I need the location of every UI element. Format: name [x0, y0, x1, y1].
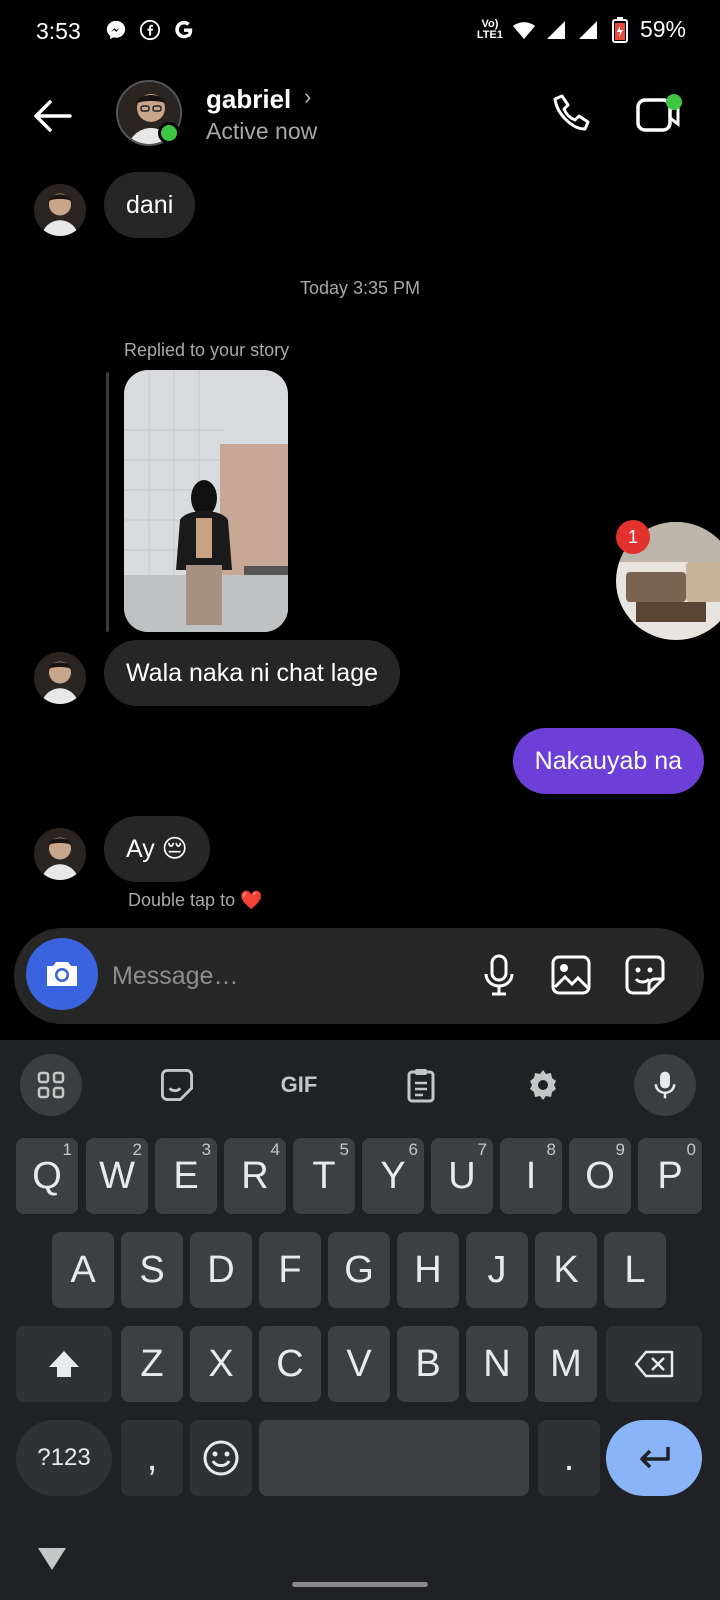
- key-e[interactable]: E3: [155, 1138, 217, 1214]
- key-d[interactable]: D: [190, 1232, 252, 1308]
- back-arrow-icon: [34, 100, 72, 132]
- sticker-button[interactable]: [146, 1054, 208, 1116]
- grid-icon: [37, 1071, 65, 1099]
- key-s[interactable]: S: [121, 1232, 183, 1308]
- shift-arrow-icon: [49, 1351, 79, 1377]
- battery-percent: 59%: [639, 16, 686, 42]
- volte-icon: Vo) LTE1: [476, 17, 503, 41]
- camera-button[interactable]: [26, 938, 98, 1010]
- status-time: 3:53: [36, 18, 81, 44]
- microphone-icon: [484, 954, 514, 996]
- incoming-message[interactable]: dani: [104, 172, 196, 238]
- avatar[interactable]: [34, 184, 86, 236]
- key-j[interactable]: J: [466, 1232, 528, 1308]
- key-g[interactable]: G: [328, 1232, 390, 1308]
- key-t[interactable]: T5: [293, 1138, 355, 1214]
- keyboard-toolbar: GIF: [0, 1040, 720, 1126]
- nav-back-button[interactable]: [36, 1546, 68, 1577]
- online-indicator: [158, 122, 180, 144]
- reply-indicator-bar: [106, 372, 109, 632]
- backspace-icon: [634, 1350, 674, 1378]
- avatar[interactable]: [34, 828, 86, 880]
- outgoing-message[interactable]: Nakauyab na: [512, 728, 704, 794]
- key-y[interactable]: Y6: [362, 1138, 424, 1214]
- wifi-icon: [512, 18, 536, 42]
- key-w[interactable]: W2: [86, 1138, 148, 1214]
- sticker-button[interactable]: [622, 952, 668, 998]
- signal-icon: [544, 18, 568, 42]
- incoming-message[interactable]: Wala naka ni chat lage: [104, 640, 401, 706]
- key-m[interactable]: M: [535, 1326, 597, 1402]
- story-thumbnail[interactable]: [124, 370, 288, 632]
- key-x[interactable]: X: [190, 1326, 252, 1402]
- gif-button[interactable]: GIF: [268, 1054, 330, 1116]
- shift-key[interactable]: [16, 1326, 112, 1402]
- enter-arrow-icon: [640, 1447, 670, 1469]
- contact-name[interactable]: gabriel: [206, 84, 291, 115]
- voice-call-button[interactable]: [548, 90, 596, 138]
- incoming-message[interactable]: Ay 😔: [104, 816, 210, 882]
- period-key[interactable]: .: [538, 1420, 600, 1496]
- key-f[interactable]: F: [259, 1232, 321, 1308]
- backspace-key[interactable]: [606, 1326, 702, 1402]
- emoji-key[interactable]: [190, 1420, 252, 1496]
- back-button[interactable]: [28, 92, 76, 140]
- chevron-right-icon: ›: [304, 84, 312, 109]
- sticker-icon: [625, 955, 665, 995]
- key-n[interactable]: N: [466, 1326, 528, 1402]
- voice-input-button[interactable]: [634, 1054, 696, 1116]
- signal-icon: [576, 18, 600, 42]
- key-a[interactable]: A: [52, 1232, 114, 1308]
- triangle-down-icon: [38, 1548, 66, 1570]
- space-key[interactable]: [259, 1420, 529, 1496]
- message-composer: [14, 928, 704, 1024]
- key-i[interactable]: I8: [500, 1138, 562, 1214]
- key-z[interactable]: Z: [121, 1326, 183, 1402]
- gear-icon: [530, 1070, 556, 1100]
- key-l[interactable]: L: [604, 1232, 666, 1308]
- messenger-icon: [104, 18, 128, 42]
- comma-key[interactable]: ,: [121, 1420, 183, 1496]
- key-k[interactable]: K: [535, 1232, 597, 1308]
- double-tap-hint: Double tap to ❤️: [128, 890, 263, 910]
- active-status: Active now: [206, 118, 318, 144]
- chat-header: gabriel › Active now: [0, 70, 720, 160]
- microphone-button[interactable]: [476, 952, 522, 998]
- message-input[interactable]: [112, 956, 452, 996]
- avatar[interactable]: [34, 652, 86, 704]
- key-p[interactable]: P0: [638, 1138, 702, 1214]
- facebook-icon: [138, 18, 162, 42]
- message-timestamp: Today 3:35 PM: [299, 278, 421, 298]
- key-h[interactable]: H: [397, 1232, 459, 1308]
- key-u[interactable]: U7: [431, 1138, 493, 1214]
- key-o[interactable]: O9: [569, 1138, 631, 1214]
- sticker-icon: [161, 1069, 193, 1101]
- key-r[interactable]: R4: [224, 1138, 286, 1214]
- battery-icon: [608, 16, 632, 43]
- microphone-icon: [654, 1071, 676, 1099]
- apps-grid-button[interactable]: [20, 1054, 82, 1116]
- video-call-button[interactable]: [634, 90, 684, 138]
- key-c[interactable]: C: [259, 1326, 321, 1402]
- clipboard-icon: [407, 1069, 435, 1103]
- enter-key[interactable]: [606, 1420, 702, 1496]
- smiley-icon: [203, 1440, 239, 1476]
- key-b[interactable]: B: [397, 1326, 459, 1402]
- replied-to-story-label: Replied to your story: [124, 340, 290, 360]
- google-icon: [172, 18, 196, 42]
- home-indicator[interactable]: [292, 1582, 428, 1587]
- unread-badge: 1: [616, 520, 650, 554]
- settings-button[interactable]: [512, 1054, 574, 1116]
- gallery-button[interactable]: [548, 952, 594, 998]
- image-icon: [551, 955, 591, 995]
- key-v[interactable]: V: [328, 1326, 390, 1402]
- clipboard-button[interactable]: [390, 1054, 452, 1116]
- keyboard: GIF Q1 W2 E3 R4 T5 Y6 U7 I8 O9 P0 A S D …: [0, 1040, 720, 1600]
- status-bar: 3:53 Vo) LTE1 59%: [0, 0, 720, 64]
- symbols-key[interactable]: ?123: [16, 1420, 112, 1496]
- video-camera-icon: [636, 94, 682, 132]
- key-q[interactable]: Q1: [16, 1138, 78, 1214]
- camera-icon: [47, 962, 77, 986]
- phone-icon: [553, 94, 590, 131]
